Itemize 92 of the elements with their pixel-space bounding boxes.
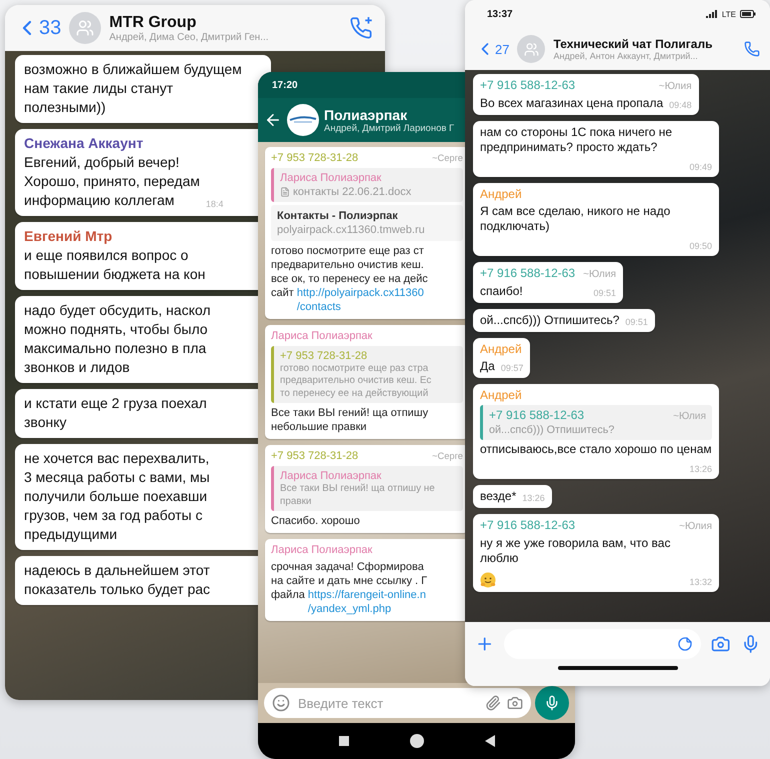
battery-icon <box>740 10 756 18</box>
author-name: ~Серге <box>432 152 463 165</box>
sender-name: Евгений Мтр <box>24 227 114 246</box>
sender-name: Андрей <box>480 388 522 403</box>
sender-name: +7 916 588-12-63 <box>480 518 576 534</box>
message-time: 13:26 <box>689 463 712 476</box>
network-type: LTE <box>722 10 736 18</box>
quoted-sender: +7 916 588-12-63 <box>489 408 584 423</box>
message-field[interactable]: Введите текст <box>264 688 531 718</box>
message-time: 09:57 <box>500 362 524 374</box>
author-name: ~Юлия <box>658 80 692 94</box>
triangle-icon[interactable] <box>484 735 494 747</box>
message-link[interactable]: https://farengeit-online.n /yandex_yml.php <box>308 588 426 616</box>
message-time: 13:26 <box>522 492 545 504</box>
message-text: возможно в ближайшем будущем нам такие лиды станут полезными)) <box>24 60 242 117</box>
message-text: Во всех магазинах цена пропала <box>480 96 664 111</box>
message-text: Евгений, добрый вечер! Хорошо, принято, передам информацию коллегам <box>24 153 200 210</box>
preview-title: Контакты - Полиэрпак <box>277 209 399 223</box>
quoted-sender: Лариса Полиаэрпак <box>280 469 382 484</box>
quoted-sender: +7 953 728-31-28 <box>280 349 368 363</box>
microphone-icon <box>544 695 560 711</box>
chat-title: MTR Group <box>109 14 196 32</box>
sender-name: Андрей <box>480 187 522 202</box>
quoted-text: Все таки ВЫ гений! ща отпишу не правки <box>280 483 436 508</box>
chat-members: Андрей, Антон Аккаунт, Дмитрий... <box>553 51 698 61</box>
message-time: 18:4 <box>206 198 224 210</box>
message-text: и кстати еще 2 груза поехал звонку <box>24 394 207 432</box>
back-button[interactable]: 33 <box>15 16 62 40</box>
sender-name: +7 916 588-12-63 <box>480 266 576 281</box>
chat-title: Полиаэрпак <box>324 106 408 122</box>
author-name: ~Юлия <box>583 268 616 282</box>
message-time: 13:32 <box>689 576 712 588</box>
sender-name: +7 916 588-12-63 <box>480 78 576 93</box>
message-link[interactable]: http://polyairpack.cx11360 /contacts <box>296 286 424 314</box>
message-time: 09:50 <box>689 240 712 252</box>
status-time: 13:37 <box>487 8 513 20</box>
back-button[interactable] <box>264 111 282 129</box>
author-name: ~Юлия <box>679 520 712 534</box>
circle-icon[interactable] <box>410 734 424 748</box>
message-text: не хочется вас перехвалить, 3 месяца работы с вами, мы получили больше поехавши грузов, чем за год работы с предыдущими <box>24 449 210 544</box>
quoted-author: ~Юлия <box>673 410 706 424</box>
author-name: ~Серге <box>432 450 463 464</box>
document-icon <box>280 187 290 197</box>
sender-name: Лариса Полиаэрпак <box>271 542 372 557</box>
message-text: нам со стороны 1С пока ничего не предпринимать? просто ждать? <box>480 125 674 155</box>
square-icon[interactable] <box>338 736 348 746</box>
back-button[interactable]: 27 <box>475 39 510 59</box>
preview-url: polyairpack.cx11360.tmweb.ru <box>277 223 426 237</box>
message-text: надеюсь в дальнейшем этот показатель только будет рас <box>24 561 210 599</box>
message-time: 09:49 <box>689 161 712 173</box>
camera-icon[interactable] <box>711 634 731 654</box>
message-text: Все таки ВЫ гений! ща отпишу небольшие правки <box>271 406 430 434</box>
sender-name: Снежана Аккаунт <box>24 134 144 153</box>
group-icon <box>524 42 539 56</box>
logo-avatar <box>286 103 320 137</box>
message-time: 09:48 <box>669 99 692 111</box>
sender-name: Андрей <box>480 342 522 357</box>
message-time: 09:51 <box>625 316 648 328</box>
message-text: ой...спсб))) Отпишитесь? <box>480 313 620 328</box>
chat-members: Андрей, Дима Сео, Дмитрий Ген... <box>109 32 269 42</box>
group-icon <box>76 19 94 37</box>
sender-name: Лариса Полиаэрпак <box>271 329 372 343</box>
sender-name: +7 953 728-31-28 <box>271 151 358 165</box>
message-time: 09:51 <box>594 287 616 299</box>
message-text: спаибо! <box>480 284 523 299</box>
chat-title: Технический чат Полигаль <box>553 37 712 51</box>
attachment-name: контакты 22.06.21.docx <box>293 185 412 199</box>
phone-icon[interactable] <box>744 41 760 57</box>
quoted-text: ой...спсб))) Отпишитесь? <box>489 424 616 438</box>
message-text: Я сам все сделаю, никого не надо подключать) <box>480 204 672 234</box>
status-time: 17:20 <box>272 80 298 90</box>
message-text: и еще появился вопрос о повышении бюджета на кон <box>24 246 206 284</box>
message-text: Да <box>480 359 495 374</box>
message-text: ну я же уже говорила вам, что вас люблю <box>480 536 672 566</box>
paperclip-icon[interactable] <box>485 695 501 711</box>
sender-name: +7 953 728-31-28 <box>271 449 358 464</box>
camera-icon[interactable] <box>507 695 523 711</box>
mic-button[interactable] <box>535 686 569 720</box>
sticker-icon[interactable] <box>677 636 694 652</box>
quoted-text: готово посмотрите еще раз стра предварительно очистив кеш. Ес то перенесу ее на действующий <box>280 363 432 400</box>
signal-icon <box>706 10 718 18</box>
message-input[interactable] <box>504 629 702 659</box>
quoted-sender: Лариса Полиаэрпак <box>280 171 382 185</box>
message-text: везде* <box>480 489 516 504</box>
message-text: срочная задача! Сформирова на сайте и дать мне ссылку . Г файла https://farengeit-online.n /yandex_yml.php <box>271 560 428 616</box>
add-call-icon[interactable] <box>349 15 375 41</box>
message-text: отписываюсь,все стало хорошо по ценам <box>480 442 712 458</box>
smiley-icon[interactable] <box>272 694 290 712</box>
chat-members: Андрей, Дмитрий Ларионов Г <box>324 122 454 134</box>
message-text: готово посмотрите еще раз ст предварительно очистив кеш. все ок, то перенесу ее на дейс сайт http://polyairpack.cx11360 /contacts <box>271 244 429 314</box>
message-text: надо будет обсудить, наскол можно поднять, чтобы было максимально полезно в пла звонков и лидов <box>24 301 211 377</box>
message-text: Спасибо. хорошо <box>271 514 361 528</box>
